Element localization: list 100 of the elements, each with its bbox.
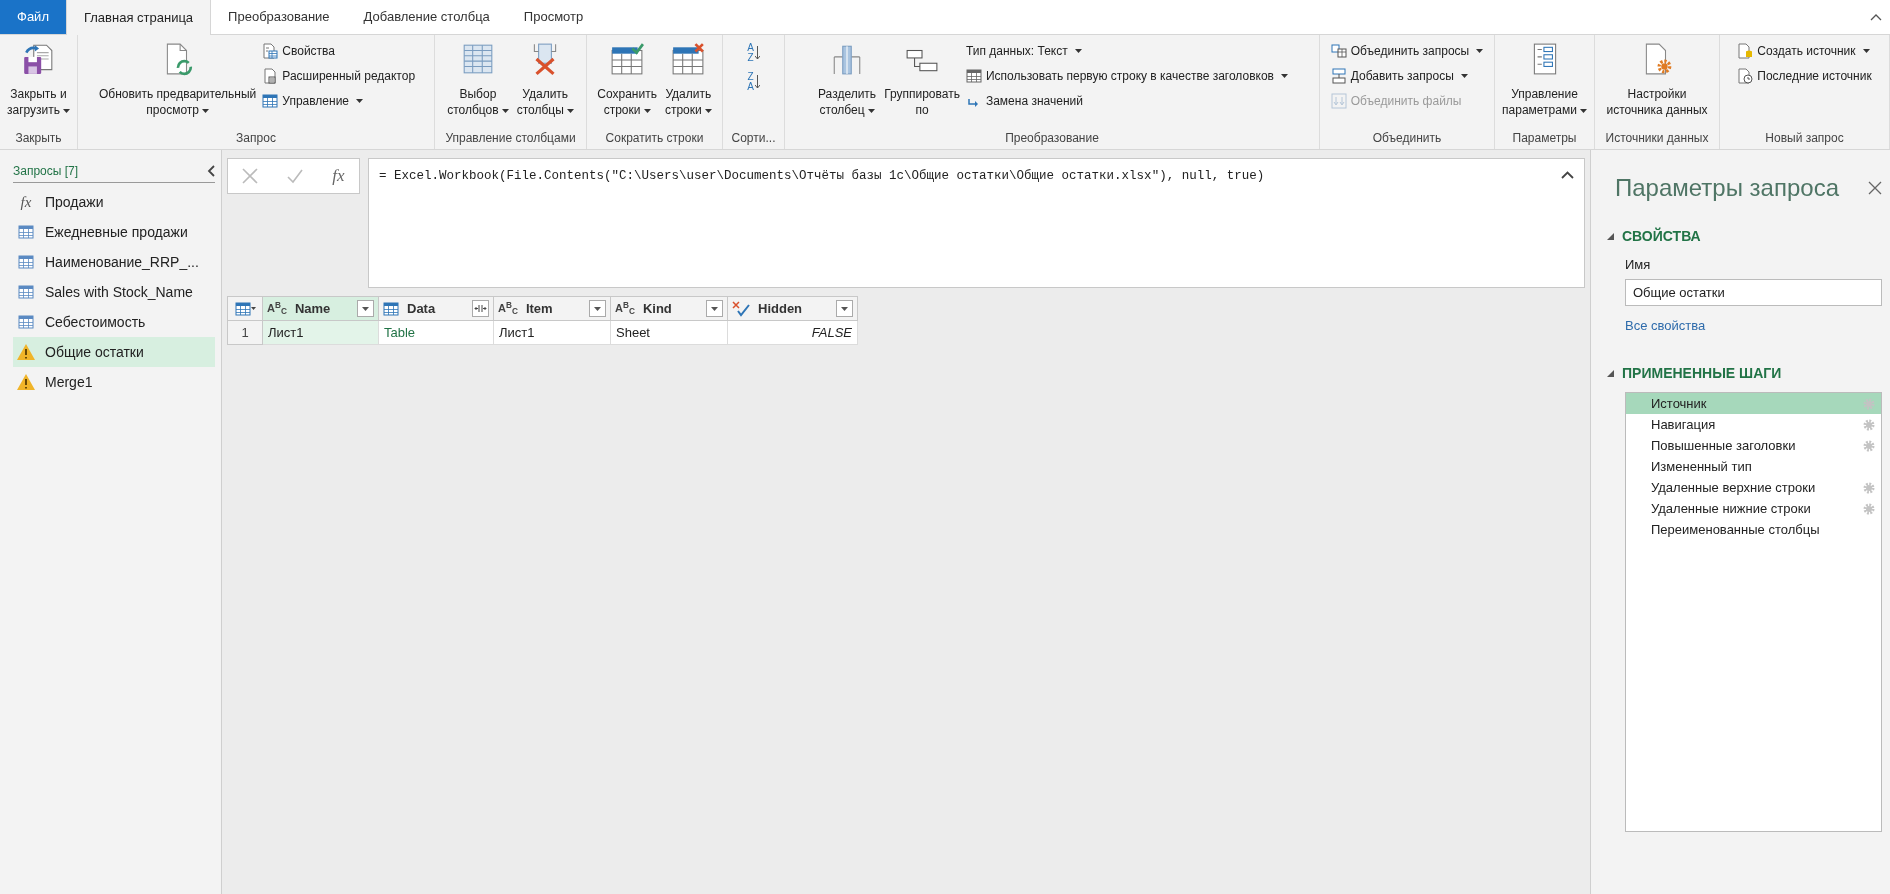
ribbon-button[interactable]: Замена значений <box>965 90 1288 112</box>
column-header[interactable]: Data <box>378 296 494 321</box>
table-cell: Table <box>378 320 494 345</box>
filter-dropdown-button[interactable] <box>357 300 374 317</box>
name-input[interactable]: Общие остатки <box>1625 278 1882 306</box>
ribbon-button[interactable]: Использовать первую строку в качестве заголовков <box>965 65 1288 87</box>
applied-step[interactable]: Удаленные нижние строки <box>1626 498 1881 519</box>
ribbon-button[interactable]: Настройки источника данных <box>1604 40 1710 118</box>
table-cell: FALSE <box>727 320 858 345</box>
applied-step[interactable]: Переименованные столбцы <box>1626 519 1881 540</box>
table-icon <box>17 254 35 270</box>
query-item[interactable]: Наименование_RRP_... <box>13 247 215 277</box>
queries-header: Запросы [7] <box>13 163 79 180</box>
query-item[interactable]: fx Продажи <box>13 187 215 217</box>
ribbon-button[interactable]: Разделить столбец <box>816 40 879 118</box>
column-header[interactable]: A$^{B}$$_{C}$ Item <box>493 296 611 321</box>
filter-dropdown-button[interactable] <box>836 300 853 317</box>
combine-files-icon <box>1330 93 1347 109</box>
ribbon-tab[interactable]: Преобразование <box>211 0 347 34</box>
function-icon: fx <box>17 190 35 214</box>
ribbon-button[interactable]: Управление параметрами <box>1500 40 1589 118</box>
ribbon-button[interactable]: Выбор столбцов <box>445 40 511 118</box>
table-menu-button[interactable] <box>227 296 263 321</box>
caret-icon <box>594 306 601 311</box>
ribbon-group-label: Закрыть <box>14 130 63 147</box>
ribbon-tab[interactable]: Просмотр <box>506 0 601 34</box>
ribbon-tab[interactable]: Файл <box>0 0 66 34</box>
caret-icon <box>841 306 848 311</box>
ribbon-button[interactable]: Удалить строки <box>662 40 714 118</box>
ribbon-button[interactable]: Удалить столбцы <box>514 40 576 118</box>
expand-column-button[interactable] <box>472 300 489 317</box>
applied-step[interactable]: Навигация <box>1626 414 1881 435</box>
keep-rows-icon <box>610 42 645 76</box>
ribbon-button[interactable]: Свойства <box>262 40 416 62</box>
check-icon[interactable] <box>287 168 304 184</box>
applied-step[interactable]: Источник <box>1626 393 1881 414</box>
ribbon-button[interactable]: Закрыть и загрузить <box>4 40 72 118</box>
applied-step[interactable]: Измененный тип <box>1626 456 1881 477</box>
ribbon-group-label: Сорти... <box>730 130 777 147</box>
caret-icon <box>711 306 718 311</box>
query-item[interactable]: Ежедневные продажи <box>13 217 215 247</box>
merge-tables-icon <box>1330 43 1347 59</box>
ribbon-group-label: Параметры <box>1511 130 1578 147</box>
caret-icon <box>250 307 256 310</box>
all-properties-link[interactable]: Все свойства <box>1625 315 1882 335</box>
ribbon-button[interactable]: Группировать по <box>882 40 962 118</box>
filter-dropdown-button[interactable] <box>706 300 723 317</box>
query-item[interactable]: Общие остатки <box>13 337 215 367</box>
column-header[interactable]: A$^{B}$$_{C}$ Name <box>262 296 379 321</box>
remove-rows-icon <box>671 42 706 76</box>
ribbon-button[interactable]: Последние источник <box>1737 65 1872 87</box>
collapse-ribbon-icon[interactable] <box>1870 14 1882 21</box>
ribbon-button[interactable]: Объединить запросы <box>1330 40 1484 62</box>
ribbon-button[interactable]: Обновить предварительный просмотр <box>96 40 259 118</box>
ribbon-button[interactable]: Добавить запросы <box>1330 65 1484 87</box>
applied-step[interactable]: Удаленные верхние строки <box>1626 477 1881 498</box>
table-cell: Sheet <box>610 320 728 345</box>
close-icon[interactable] <box>1868 181 1882 195</box>
table-icon <box>234 300 251 317</box>
table-icon <box>262 93 279 109</box>
table-type-icon[interactable] <box>383 300 399 317</box>
filter-dropdown-button[interactable] <box>589 300 606 317</box>
new-source-icon <box>1737 43 1754 59</box>
section-heading: СВОЙСТВА <box>1622 226 1701 246</box>
table-cell: Лист1 <box>262 320 379 345</box>
ribbon-button[interactable]: Тип данных: Текст <box>965 40 1288 62</box>
ribbon-button[interactable]: Управление <box>262 90 416 112</box>
field-label: Имя <box>1625 256 1652 274</box>
formula-text: = Excel.Workbook(File.Contents("C:\Users\user\Documents\Отчёты базы 1с\Общие остатки\Общие остатки.xlsx"), null, true) <box>379 168 1265 185</box>
section-heading: ПРИМЕНЕННЫЕ ШАГИ <box>1622 364 1782 383</box>
table-cell: Лист1 <box>493 320 611 345</box>
table-icon <box>17 314 35 330</box>
ribbon-group-label: Объединить <box>1371 130 1443 147</box>
query-item[interactable]: Себестоимость <box>13 307 215 337</box>
collapse-triangle-icon[interactable] <box>1607 370 1614 377</box>
column-header[interactable]: A$^{B}$$_{C}$ Kind <box>610 296 728 321</box>
warning-icon <box>17 344 35 360</box>
properties-icon <box>262 43 279 59</box>
caret-icon <box>362 306 369 311</box>
query-item[interactable]: Sales with Stock_Name <box>13 277 215 307</box>
formula-field[interactable]: = Excel.Workbook(File.Contents("C:\Users\user\Documents\Отчёты базы 1с\Общие остатки\Общие остатки.xlsx"), null, true) <box>368 158 1585 288</box>
ribbon-tab[interactable]: Главная страница <box>65 0 212 35</box>
column-header[interactable]: Hidden <box>727 296 858 321</box>
ribbon-button[interactable]: Расширенный редактор <box>262 65 416 87</box>
ribbon-button[interactable]: Создать источник <box>1737 40 1872 62</box>
ribbon-group-label: Сократить строки <box>604 130 705 147</box>
collapse-panel-icon[interactable] <box>207 165 215 177</box>
ribbon-button[interactable]: Сохранить строки <box>595 40 659 118</box>
ribbon-tab[interactable]: Добавление столбца <box>346 0 507 34</box>
logical-type-icon[interactable] <box>732 300 750 317</box>
warning-icon <box>17 374 35 390</box>
table-icon <box>17 284 35 300</box>
applied-step[interactable]: Повышенные заголовки <box>1626 435 1881 456</box>
insert-function-icon[interactable]: fx <box>332 163 345 189</box>
collapse-formula-icon[interactable] <box>1561 171 1574 179</box>
ribbon-group-label: Новый запрос <box>1764 130 1845 147</box>
query-item[interactable]: Merge1 <box>13 367 215 397</box>
ribbon-group-label: Преобразование <box>1004 130 1100 147</box>
collapse-triangle-icon[interactable] <box>1607 233 1614 240</box>
row-number: 1 <box>227 320 263 345</box>
